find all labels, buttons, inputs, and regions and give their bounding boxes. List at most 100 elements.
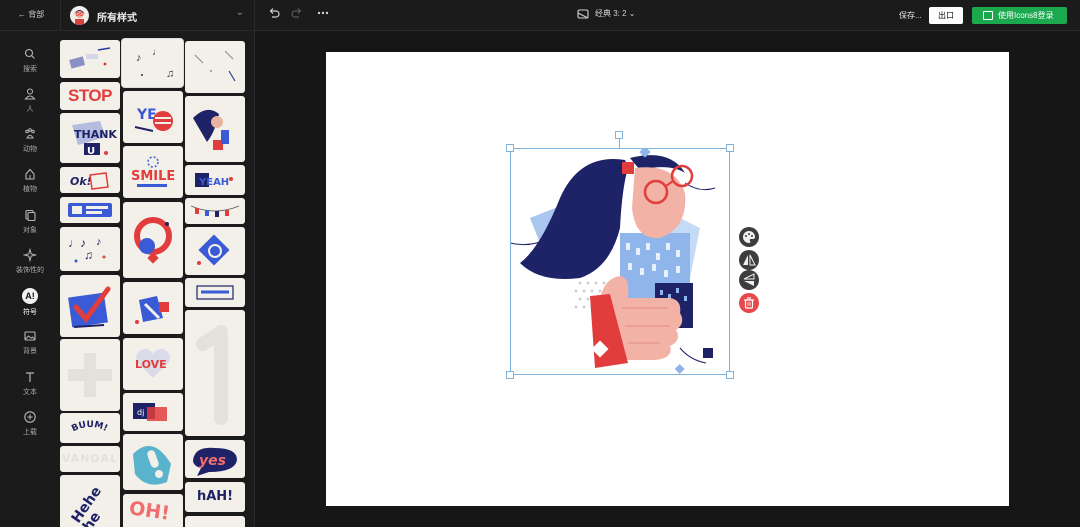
sticker-tile[interactable] [60, 275, 120, 337]
delete-button[interactable] [739, 293, 759, 313]
sticker-hah[interactable]: hAH! [185, 482, 245, 512]
category-nav: 搜索 人 动物 植物 对象 装饰性的 A! 符号 背景 文本 上载 [0, 31, 60, 527]
sticker-buum[interactable]: BUUM! [60, 413, 120, 443]
nav-item-backgrounds[interactable]: 背景 [0, 329, 60, 356]
plant-icon [25, 168, 35, 180]
sticker-text: LOVE [135, 358, 167, 371]
back-button[interactable]: ← 背部 [18, 9, 44, 20]
sticker-tile[interactable] [185, 278, 245, 307]
svg-text:♩: ♩ [152, 47, 162, 58]
sticker-tile[interactable] [185, 227, 245, 275]
sticker-text: VANDAL [61, 452, 119, 465]
sticker-tile[interactable] [185, 516, 245, 527]
sticker-tile[interactable] [185, 96, 245, 162]
nav-item-symbols[interactable]: A! 符号 [0, 288, 60, 317]
sticker-tile[interactable] [60, 339, 120, 411]
selection-box [510, 148, 730, 375]
nav-label: 背景 [23, 348, 37, 355]
nav-item-search[interactable]: 搜索 [0, 47, 60, 74]
sticker-tile[interactable]: YE [123, 91, 183, 143]
sticker-text: OH! [127, 497, 172, 525]
upload-icon [24, 411, 36, 423]
aspect-ratio-dropdown[interactable]: 经典 3: 2 ⌄ [595, 8, 636, 19]
redo-icon[interactable] [291, 7, 303, 22]
color-palette-button[interactable] [739, 227, 759, 247]
app-root: ← 背部 所有样式 ⌄ 经典 3: 2 ⌄ 保存... 出口 使用Icons8登… [0, 0, 1080, 527]
chevron-down-icon[interactable]: ⌄ [236, 7, 244, 18]
sticker-oh[interactable]: OH! [123, 494, 183, 527]
nav-label: 文本 [23, 389, 37, 396]
sticker-tile[interactable] [123, 282, 183, 334]
sticker-text: YEAH [198, 177, 229, 188]
sticker-text: SMILE [131, 169, 175, 184]
sticker-tile[interactable] [123, 202, 183, 278]
resize-handle-bottom-right[interactable] [726, 371, 734, 379]
sticker-tile[interactable] [60, 40, 120, 78]
nav-label: 装饰性的 [16, 267, 44, 274]
login-button-label: 使用Icons8登录 [998, 11, 1054, 20]
sticker-tile[interactable] [60, 197, 120, 223]
nav-item-text[interactable]: 文本 [0, 370, 60, 397]
sticker-text: yes [199, 453, 226, 469]
sticker-text: STOP [68, 86, 112, 105]
sticker-tile[interactable]: ♩♪ ♫ ♪ [60, 227, 120, 271]
sticker-text: BUUM! [70, 420, 109, 434]
sticker-yes[interactable]: yes [185, 440, 245, 478]
save-status: 保存... [899, 11, 922, 20]
sticker-tile[interactable] [185, 198, 245, 224]
palette-icon [743, 231, 755, 243]
nav-item-upload[interactable]: 上载 [0, 410, 60, 437]
flip-horizontal-button[interactable] [739, 250, 759, 270]
svg-text:dj: dj [137, 408, 144, 417]
nav-label: 符号 [23, 309, 37, 316]
flip-horizontal-icon [743, 254, 756, 266]
sticker-love[interactable]: LOVE [123, 338, 183, 390]
nav-item-plants[interactable]: 植物 [0, 167, 60, 194]
person-icon [24, 88, 36, 100]
ratio-icon [576, 7, 590, 26]
symbol-icon: A! [22, 288, 38, 304]
sticker-grid: STOP THANK U Ok! ♩♪ ♫ ♪ BUUM! VANDAL Hehe h… [60, 31, 255, 527]
top-bar: ← 背部 所有样式 ⌄ 经典 3: 2 ⌄ 保存... 出口 使用Icons8登… [0, 0, 1080, 31]
sticker-set-selector[interactable]: 所有样式 ⌄ [60, 0, 255, 31]
sticker-hehe[interactable]: Hehe he [60, 475, 120, 527]
sticker-tile[interactable]: ♪ ♩ ♫ [122, 39, 183, 87]
sticker-vandal[interactable]: VANDAL [60, 446, 120, 472]
flip-vertical-button[interactable] [739, 270, 759, 290]
svg-text:♫: ♫ [84, 248, 93, 262]
object-icon [25, 209, 36, 222]
login-button[interactable]: 使用Icons8登录 [972, 7, 1067, 24]
resize-handle-top-left[interactable] [506, 144, 514, 152]
sticker-tile[interactable]: dj [123, 393, 183, 431]
export-button[interactable]: 出口 [929, 7, 963, 24]
rotate-handle[interactable] [615, 131, 623, 139]
more-icon[interactable] [317, 7, 329, 22]
nav-label: 上载 [23, 429, 37, 436]
paw-icon [25, 128, 35, 139]
sticker-tile[interactable]: Ok! [60, 167, 120, 193]
sticker-stop[interactable]: STOP [60, 82, 120, 110]
sticker-smile[interactable]: SMILE [123, 146, 183, 198]
sticker-text: Hehe he [68, 483, 105, 527]
sticker-tile[interactable] [185, 41, 245, 93]
nav-label: 对象 [23, 227, 37, 234]
undo-icon[interactable] [268, 7, 280, 22]
sparkle-icon [23, 248, 37, 262]
nav-label: 搜索 [23, 66, 37, 73]
nav-item-decorative[interactable]: 装饰性的 [0, 248, 60, 275]
sticker-thank-you[interactable]: THANK U [60, 113, 120, 163]
svg-text:♫: ♫ [166, 68, 174, 80]
svg-text:BUUM!: BUUM! [70, 420, 109, 434]
sticker-yeah[interactable]: YEAH [185, 165, 245, 195]
resize-handle-bottom-left[interactable] [506, 371, 514, 379]
flip-vertical-icon [743, 273, 755, 286]
nav-item-animals[interactable]: 动物 [0, 127, 60, 154]
nav-item-people[interactable]: 人 [0, 87, 60, 114]
resize-handle-top-right[interactable] [726, 144, 734, 152]
nav-item-objects[interactable]: 对象 [0, 208, 60, 235]
sticker-tile[interactable] [185, 310, 245, 436]
sticker-tile[interactable] [123, 434, 183, 490]
svg-text:♪: ♪ [96, 236, 102, 248]
svg-text:♪: ♪ [136, 52, 142, 64]
image-icon [24, 331, 36, 341]
